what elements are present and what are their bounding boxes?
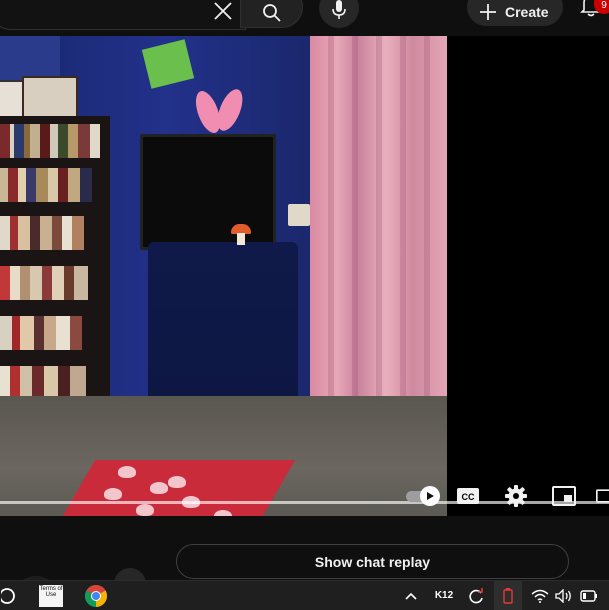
tray-overflow-button[interactable] bbox=[402, 581, 420, 610]
miniplayer-button[interactable] bbox=[548, 476, 580, 516]
search-icon bbox=[1, 587, 15, 604]
battery-icon bbox=[580, 589, 597, 602]
volume-tray-icon[interactable] bbox=[554, 581, 574, 610]
video-player[interactable]: CC bbox=[0, 36, 609, 516]
theater-button[interactable] bbox=[596, 476, 609, 516]
chrome-app[interactable] bbox=[82, 581, 110, 610]
cc-icon: CC bbox=[457, 488, 479, 504]
miniplayer-icon bbox=[552, 486, 576, 506]
chevron-up-icon bbox=[405, 592, 417, 600]
below-player: Show chat replay bbox=[0, 516, 609, 606]
battery-saver-icon bbox=[503, 587, 513, 604]
plus-icon bbox=[480, 4, 496, 20]
sync-tray-icon[interactable] bbox=[466, 581, 486, 610]
k12-label: K12 bbox=[434, 590, 454, 601]
autoplay-toggle[interactable] bbox=[398, 476, 440, 516]
volume-icon bbox=[555, 588, 571, 603]
terms-of-use-app[interactable]: Terms of Use bbox=[38, 581, 64, 610]
gear-icon bbox=[505, 485, 527, 507]
subtitles-button[interactable]: CC bbox=[452, 476, 484, 516]
battery-saver-tray-icon[interactable] bbox=[494, 581, 522, 610]
theater-icon bbox=[596, 489, 609, 503]
taskbar: Terms of Use K12 bbox=[0, 580, 609, 610]
taskbar-search-button[interactable] bbox=[0, 581, 20, 610]
sync-icon bbox=[469, 587, 483, 603]
wifi-tray-icon[interactable] bbox=[530, 581, 550, 610]
clear-search-button[interactable] bbox=[206, 0, 240, 26]
battery-tray-icon[interactable] bbox=[578, 581, 600, 610]
settings-button[interactable] bbox=[500, 476, 532, 516]
svg-text:CC: CC bbox=[462, 492, 475, 502]
player-controls: CC bbox=[0, 476, 609, 516]
show-chat-replay-button[interactable]: Show chat replay bbox=[176, 544, 569, 579]
autoplay-toggle-icon bbox=[406, 485, 440, 506]
voice-search-button[interactable] bbox=[319, 0, 359, 28]
video-frame bbox=[0, 36, 447, 516]
microphone-icon bbox=[332, 0, 346, 19]
create-button[interactable]: Create bbox=[467, 0, 563, 26]
create-label: Create bbox=[505, 4, 549, 20]
search-icon bbox=[262, 4, 281, 22]
k12-indicator[interactable]: K12 bbox=[432, 581, 456, 610]
close-icon bbox=[214, 2, 232, 20]
wifi-icon bbox=[531, 589, 549, 603]
chrome-icon bbox=[85, 584, 107, 607]
search-button[interactable] bbox=[240, 0, 303, 28]
terms-of-use-label: Terms of Use bbox=[39, 584, 63, 607]
masthead: Create 9 bbox=[0, 0, 609, 36]
